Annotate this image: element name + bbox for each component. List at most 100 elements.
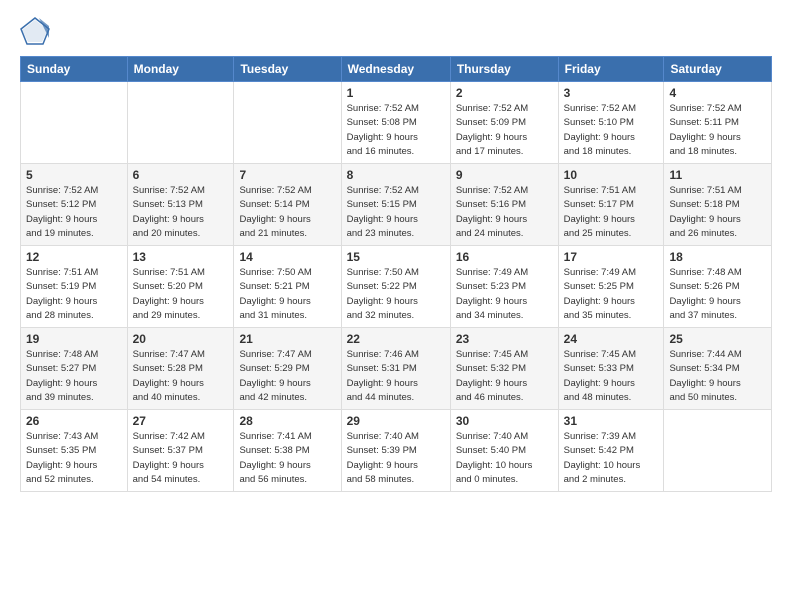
day-info: Sunrise: 7:45 AM Sunset: 5:32 PM Dayligh… xyxy=(456,348,553,405)
table-row xyxy=(21,82,128,164)
calendar-week-row: 26Sunrise: 7:43 AM Sunset: 5:35 PM Dayli… xyxy=(21,410,772,492)
day-number: 25 xyxy=(669,332,766,346)
day-info: Sunrise: 7:52 AM Sunset: 5:16 PM Dayligh… xyxy=(456,184,553,241)
day-number: 13 xyxy=(133,250,229,264)
day-number: 14 xyxy=(239,250,335,264)
day-number: 23 xyxy=(456,332,553,346)
day-number: 24 xyxy=(564,332,659,346)
calendar-week-row: 12 Sunrise: 7:51 AM Sunset: 5:19 PM Dayli… xyxy=(21,246,772,328)
day-info: Sunrise: 7:52 AM Sunset: 5:09 PM Dayligh… xyxy=(456,102,553,159)
day-info: Sunrise: 7:51 AM Sunset: 5:19 PM Dayligh… xyxy=(26,266,122,323)
day-number: 7 xyxy=(239,168,335,182)
table-row: 30 Sunrise: 7:40 AM Sunset: 5:40 PM Dayli… xyxy=(450,410,558,492)
calendar-week-row: 19Sunrise: 7:48 AM Sunset: 5:27 PM Dayli… xyxy=(21,328,772,410)
table-row: 8 Sunrise: 7:52 AM Sunset: 5:15 PM Daylig… xyxy=(341,164,450,246)
day-info: Sunrise: 7:51 AM Sunset: 5:20 PM Dayligh… xyxy=(133,266,229,323)
table-row: 16 Sunrise: 7:49 AM Sunset: 5:23 PM Dayli… xyxy=(450,246,558,328)
calendar-header-row: Sunday Monday Tuesday Wednesday Thursday… xyxy=(21,57,772,82)
day-number: 8 xyxy=(347,168,445,182)
day-info: Sunrise: 7:46 AM Sunset: 5:31 PM Dayligh… xyxy=(347,348,445,405)
day-number: 20 xyxy=(133,332,229,346)
table-row: 22 Sunrise: 7:46 AM Sunset: 5:31 PM Dayli… xyxy=(341,328,450,410)
day-number: 30 xyxy=(456,414,553,428)
table-row: 11 Sunrise: 7:51 AM Sunset: 5:18 PM Dayli… xyxy=(664,164,772,246)
day-number: 15 xyxy=(347,250,445,264)
day-number: 3 xyxy=(564,86,659,100)
day-info: Sunrise: 7:39 AM Sunset: 5:42 PM Dayligh… xyxy=(564,430,659,487)
day-number: 11 xyxy=(669,168,766,182)
col-thursday: Thursday xyxy=(450,57,558,82)
day-info: Sunrise: 7:50 AM Sunset: 5:22 PM Dayligh… xyxy=(347,266,445,323)
day-info: Sunrise: 7:43 AM Sunset: 5:35 PM Dayligh… xyxy=(26,430,122,487)
col-friday: Friday xyxy=(558,57,664,82)
table-row: 5 Sunrise: 7:52 AM Sunset: 5:12 PM Daylig… xyxy=(21,164,128,246)
table-row: 15 Sunrise: 7:50 AM Sunset: 5:22 PM Dayli… xyxy=(341,246,450,328)
day-info: Sunrise: 7:40 AM Sunset: 5:39 PM Dayligh… xyxy=(347,430,445,487)
day-info: Sunrise: 7:52 AM Sunset: 5:13 PM Dayligh… xyxy=(133,184,229,241)
day-info: Sunrise: 7:41 AM Sunset: 5:38 PM Dayligh… xyxy=(239,430,335,487)
calendar-week-row: 1Sunrise: 7:52 AM Sunset: 5:08 PM Daylig… xyxy=(21,82,772,164)
table-row: 27Sunrise: 7:42 AM Sunset: 5:37 PM Dayli… xyxy=(127,410,234,492)
table-row: 20 Sunrise: 7:47 AM Sunset: 5:28 PM Dayli… xyxy=(127,328,234,410)
day-number: 1 xyxy=(347,86,445,100)
day-number: 21 xyxy=(239,332,335,346)
day-info: Sunrise: 7:52 AM Sunset: 5:14 PM Dayligh… xyxy=(239,184,335,241)
day-info: Sunrise: 7:51 AM Sunset: 5:18 PM Dayligh… xyxy=(669,184,766,241)
table-row: 31 Sunrise: 7:39 AM Sunset: 5:42 PM Dayli… xyxy=(558,410,664,492)
col-saturday: Saturday xyxy=(664,57,772,82)
day-info: Sunrise: 7:51 AM Sunset: 5:17 PM Dayligh… xyxy=(564,184,659,241)
calendar-table: Sunday Monday Tuesday Wednesday Thursday… xyxy=(20,56,772,492)
day-number: 16 xyxy=(456,250,553,264)
day-info: Sunrise: 7:47 AM Sunset: 5:29 PM Dayligh… xyxy=(239,348,335,405)
table-row: 26Sunrise: 7:43 AM Sunset: 5:35 PM Dayli… xyxy=(21,410,128,492)
table-row: 29Sunrise: 7:40 AM Sunset: 5:39 PM Dayli… xyxy=(341,410,450,492)
table-row: 25 Sunrise: 7:44 AM Sunset: 5:34 PM Dayli… xyxy=(664,328,772,410)
table-row: 24 Sunrise: 7:45 AM Sunset: 5:33 PM Dayli… xyxy=(558,328,664,410)
table-row: 18 Sunrise: 7:48 AM Sunset: 5:26 PM Dayli… xyxy=(664,246,772,328)
table-row xyxy=(127,82,234,164)
table-row: 9 Sunrise: 7:52 AM Sunset: 5:16 PM Daylig… xyxy=(450,164,558,246)
day-number: 28 xyxy=(239,414,335,428)
table-row: 7 Sunrise: 7:52 AM Sunset: 5:14 PM Daylig… xyxy=(234,164,341,246)
col-tuesday: Tuesday xyxy=(234,57,341,82)
day-info: Sunrise: 7:50 AM Sunset: 5:21 PM Dayligh… xyxy=(239,266,335,323)
day-number: 5 xyxy=(26,168,122,182)
table-row: 3 Sunrise: 7:52 AM Sunset: 5:10 PM Daylig… xyxy=(558,82,664,164)
table-row: 19Sunrise: 7:48 AM Sunset: 5:27 PM Dayli… xyxy=(21,328,128,410)
day-info: Sunrise: 7:44 AM Sunset: 5:34 PM Dayligh… xyxy=(669,348,766,405)
table-row: 4Sunrise: 7:52 AM Sunset: 5:11 PM Daylig… xyxy=(664,82,772,164)
day-info: Sunrise: 7:52 AM Sunset: 5:15 PM Dayligh… xyxy=(347,184,445,241)
table-row: 1Sunrise: 7:52 AM Sunset: 5:08 PM Daylig… xyxy=(341,82,450,164)
table-row: 10Sunrise: 7:51 AM Sunset: 5:17 PM Dayli… xyxy=(558,164,664,246)
day-number: 2 xyxy=(456,86,553,100)
day-info: Sunrise: 7:40 AM Sunset: 5:40 PM Dayligh… xyxy=(456,430,553,487)
table-row xyxy=(664,410,772,492)
col-wednesday: Wednesday xyxy=(341,57,450,82)
day-number: 6 xyxy=(133,168,229,182)
day-number: 31 xyxy=(564,414,659,428)
header xyxy=(20,16,772,46)
day-number: 17 xyxy=(564,250,659,264)
day-info: Sunrise: 7:52 AM Sunset: 5:10 PM Dayligh… xyxy=(564,102,659,159)
table-row xyxy=(234,82,341,164)
day-info: Sunrise: 7:47 AM Sunset: 5:28 PM Dayligh… xyxy=(133,348,229,405)
day-number: 12 xyxy=(26,250,122,264)
table-row: 2 Sunrise: 7:52 AM Sunset: 5:09 PM Daylig… xyxy=(450,82,558,164)
day-info: Sunrise: 7:48 AM Sunset: 5:26 PM Dayligh… xyxy=(669,266,766,323)
day-info: Sunrise: 7:49 AM Sunset: 5:23 PM Dayligh… xyxy=(456,266,553,323)
day-info: Sunrise: 7:45 AM Sunset: 5:33 PM Dayligh… xyxy=(564,348,659,405)
day-number: 9 xyxy=(456,168,553,182)
table-row: 28 Sunrise: 7:41 AM Sunset: 5:38 PM Dayli… xyxy=(234,410,341,492)
day-number: 27 xyxy=(133,414,229,428)
col-monday: Monday xyxy=(127,57,234,82)
table-row: 17Sunrise: 7:49 AM Sunset: 5:25 PM Dayli… xyxy=(558,246,664,328)
table-row: 21 Sunrise: 7:47 AM Sunset: 5:29 PM Dayli… xyxy=(234,328,341,410)
table-row: 6 Sunrise: 7:52 AM Sunset: 5:13 PM Daylig… xyxy=(127,164,234,246)
day-number: 18 xyxy=(669,250,766,264)
col-sunday: Sunday xyxy=(21,57,128,82)
page: Sunday Monday Tuesday Wednesday Thursday… xyxy=(0,0,792,508)
table-row: 23 Sunrise: 7:45 AM Sunset: 5:32 PM Dayli… xyxy=(450,328,558,410)
day-info: Sunrise: 7:52 AM Sunset: 5:11 PM Dayligh… xyxy=(669,102,766,159)
day-info: Sunrise: 7:52 AM Sunset: 5:12 PM Dayligh… xyxy=(26,184,122,241)
day-number: 22 xyxy=(347,332,445,346)
